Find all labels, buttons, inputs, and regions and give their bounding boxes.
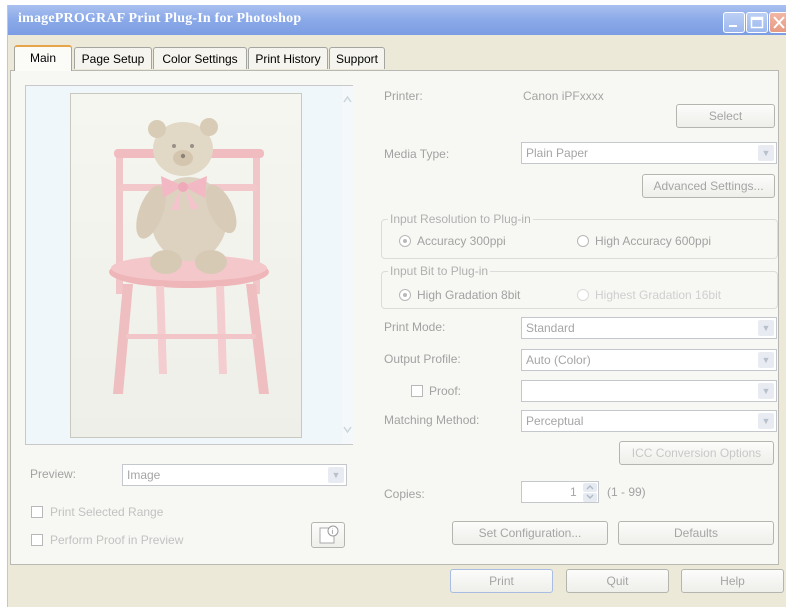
quit-button[interactable]: Quit [566, 569, 669, 593]
icc-conversion-options-button[interactable]: ICC Conversion Options [619, 441, 774, 465]
tab-support[interactable]: Support [329, 47, 385, 69]
tab-print-history[interactable]: Print History [248, 47, 328, 69]
set-configuration-button[interactable]: Set Configuration... [452, 521, 608, 545]
stepper-arrows-icon[interactable] [583, 482, 597, 504]
output-profile-label: Output Profile: [384, 352, 461, 366]
window-title: imagePROGRAF Print Plug-In for Photoshop [18, 11, 302, 26]
copies-value: 1 [570, 485, 577, 499]
media-type-select[interactable]: Plain Paper ▼ [521, 142, 777, 164]
preview-info-button[interactable]: i [311, 522, 345, 548]
advanced-settings-button[interactable]: Advanced Settings... [642, 174, 775, 198]
select-printer-button[interactable]: Select [676, 104, 775, 128]
tab-main[interactable]: Main [14, 45, 72, 71]
matching-method-select[interactable]: Perceptual ▼ [521, 410, 777, 432]
copies-range: (1 - 99) [607, 485, 646, 499]
perform-proof-label: Perform Proof in Preview [50, 533, 184, 547]
defaults-button[interactable]: Defaults [618, 521, 774, 545]
title-bar[interactable]: imagePROGRAF Print Plug-In for Photoshop [8, 5, 786, 35]
high-accuracy-600-label: High Accuracy 600ppi [595, 234, 712, 248]
print-mode-label: Print Mode: [384, 320, 446, 334]
info-icon: i [319, 525, 339, 544]
matching-method-label: Matching Method: [384, 413, 480, 427]
highest-gradation-16bit-radio[interactable] [577, 289, 589, 301]
print-mode-value: Standard [526, 321, 575, 335]
proof-select[interactable]: ▼ [521, 380, 777, 402]
print-mode-select[interactable]: Standard ▼ [521, 317, 777, 339]
close-icon[interactable] [769, 12, 786, 33]
high-gradation-8bit-radio[interactable] [399, 289, 411, 301]
input-bit-title: Input Bit to Plug-in [388, 264, 491, 278]
tab-color-settings[interactable]: Color Settings [153, 47, 247, 69]
chevron-down-icon: ▼ [758, 383, 774, 399]
accuracy-300-label: Accuracy 300ppi [417, 234, 506, 248]
proof-label: Proof: [429, 384, 462, 398]
preview-scrollbar[interactable] [342, 86, 353, 444]
output-profile-value: Auto (Color) [526, 353, 591, 367]
preview-select[interactable]: Image ▼ [122, 464, 347, 486]
high-gradation-8bit-label: High Gradation 8bit [417, 288, 521, 302]
media-type-value: Plain Paper [526, 146, 589, 160]
output-profile-select[interactable]: Auto (Color) ▼ [521, 349, 777, 371]
print-button[interactable]: Print [450, 569, 553, 593]
highest-gradation-16bit-label: Highest Gradation 16bit [595, 288, 722, 302]
print-selected-range-checkbox[interactable] [31, 506, 43, 518]
chevron-down-icon: ▼ [328, 467, 344, 483]
printer-label: Printer: [384, 89, 423, 103]
maximize-icon[interactable] [746, 12, 768, 33]
perform-proof-checkbox[interactable] [31, 534, 43, 546]
copies-stepper[interactable]: 1 [521, 481, 599, 503]
preview-label: Preview: [30, 467, 77, 481]
media-type-label: Media Type: [384, 147, 450, 161]
matching-method-value: Perceptual [526, 414, 584, 428]
copies-label: Copies: [384, 487, 425, 501]
print-selected-range-label: Print Selected Range [50, 505, 164, 519]
printer-value: Canon iPFxxxx [523, 89, 604, 103]
high-accuracy-600-radio[interactable] [577, 235, 589, 247]
chevron-down-icon: ▼ [758, 145, 774, 161]
preview-select-value: Image [127, 468, 161, 482]
proof-checkbox[interactable] [411, 385, 423, 397]
minimize-icon[interactable] [723, 12, 745, 33]
chevron-down-icon: ▼ [758, 320, 774, 336]
help-button[interactable]: Help [681, 569, 784, 593]
accuracy-300-radio[interactable] [399, 235, 411, 247]
tab-page-setup[interactable]: Page Setup [74, 47, 152, 69]
chevron-down-icon: ▼ [758, 352, 774, 368]
input-resolution-title: Input Resolution to Plug-in [388, 212, 533, 226]
chevron-down-icon: ▼ [758, 413, 774, 429]
preview-image [70, 93, 302, 438]
